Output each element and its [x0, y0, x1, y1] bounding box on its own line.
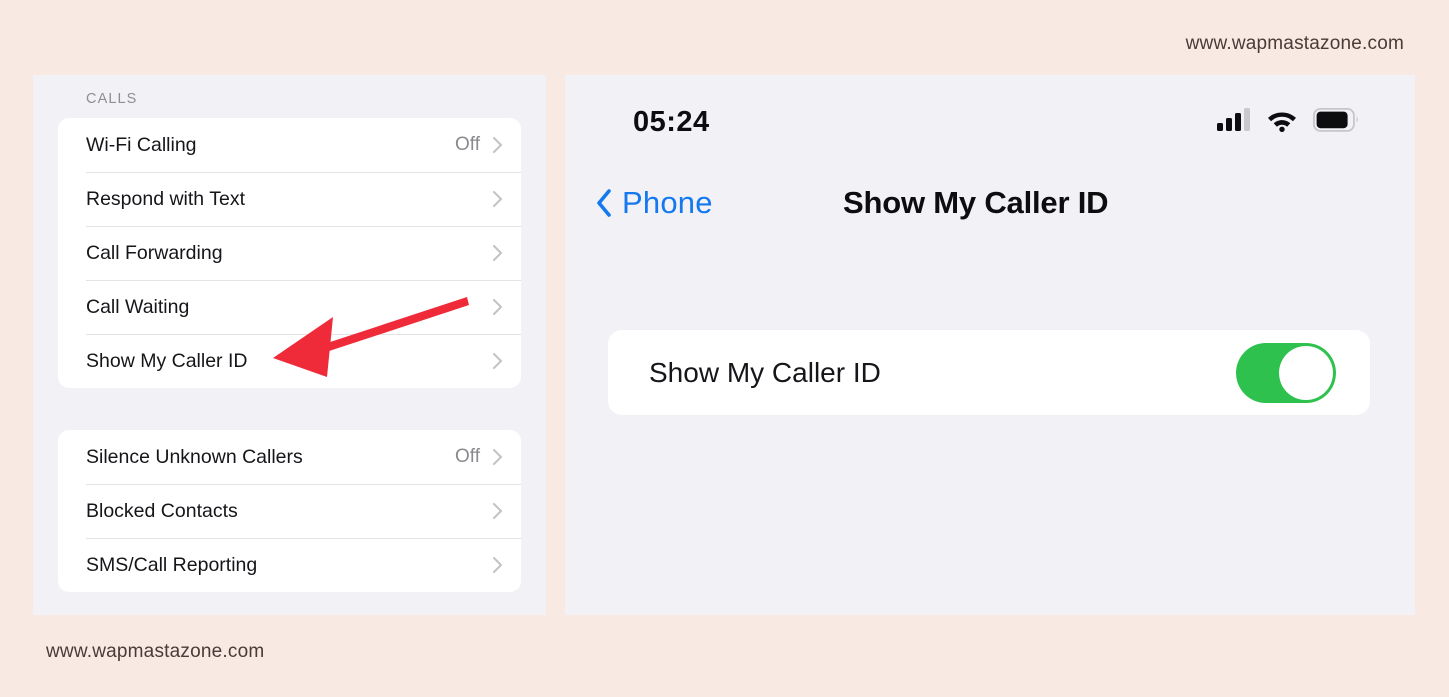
chevron-right-icon [492, 190, 503, 208]
back-button[interactable]: Phone [595, 185, 713, 221]
chevron-right-icon [492, 556, 503, 574]
sidebar-item-blocked-contacts[interactable]: Blocked Contacts [58, 484, 521, 538]
list-item-label: Respond with Text [86, 187, 245, 210]
watermark-top: www.wapmastazone.com [1185, 33, 1404, 54]
watermark-bottom: www.wapmastazone.com [46, 641, 265, 662]
sidebar-item-silence-unknown-callers[interactable]: Silence Unknown Callers Off [58, 430, 521, 484]
list-item-value: Off [455, 134, 480, 155]
sidebar-item-call-forwarding[interactable]: Call Forwarding [58, 226, 521, 280]
status-bar: 05:24 [565, 99, 1415, 145]
list-item-label: SMS/Call Reporting [86, 553, 258, 576]
wifi-icon [1266, 108, 1298, 137]
chevron-right-icon [492, 502, 503, 520]
page-title: Show My Caller ID [843, 185, 1109, 220]
status-bar-icons [1217, 107, 1359, 137]
back-button-label: Phone [622, 185, 713, 220]
sidebar-item-wifi-calling[interactable]: Wi-Fi Calling Off [58, 118, 521, 172]
chevron-right-icon [492, 298, 503, 316]
navigation-bar: Phone Show My Caller ID [565, 185, 1415, 245]
sidebar-item-show-my-caller-id[interactable]: Show My Caller ID [58, 334, 521, 388]
status-bar-time: 05:24 [633, 105, 710, 138]
calls-group-header: CALLS [86, 91, 138, 107]
list-item-label: Wi-Fi Calling [86, 133, 197, 156]
show-my-caller-id-toggle[interactable] [1236, 342, 1336, 403]
toggle-row-label: Show My Caller ID [649, 356, 881, 388]
list-item-label: Blocked Contacts [86, 499, 238, 522]
list-item-label: Show My Caller ID [86, 349, 248, 372]
calls-settings-card: Wi-Fi Calling Off Respond with Text Call… [58, 118, 521, 388]
show-caller-id-toggle-row[interactable]: Show My Caller ID [608, 330, 1370, 415]
settings-panel: CALLS Wi-Fi Calling Off Respond with Tex… [33, 75, 546, 615]
list-item-label: Call Forwarding [86, 241, 223, 264]
chevron-right-icon [492, 136, 503, 154]
battery-icon [1312, 107, 1359, 137]
sidebar-item-sms-call-reporting[interactable]: SMS/Call Reporting [58, 538, 521, 592]
chevron-left-icon [595, 188, 612, 218]
list-item-label: Call Waiting [86, 295, 190, 318]
sidebar-item-respond-with-text[interactable]: Respond with Text [58, 172, 521, 226]
chevron-right-icon [492, 244, 503, 262]
toggle-knob [1279, 345, 1333, 400]
phone-detail-panel: 05:24 Phone Show My Caller ID Show My Ca… [565, 75, 1415, 615]
sidebar-item-call-waiting[interactable]: Call Waiting [58, 280, 521, 334]
chevron-right-icon [492, 352, 503, 370]
blocking-settings-card: Silence Unknown Callers Off Blocked Cont… [58, 430, 521, 592]
chevron-right-icon [492, 448, 503, 466]
list-item-label: Silence Unknown Callers [86, 445, 303, 468]
list-item-value: Off [455, 446, 480, 467]
cellular-signal-icon [1217, 107, 1251, 137]
